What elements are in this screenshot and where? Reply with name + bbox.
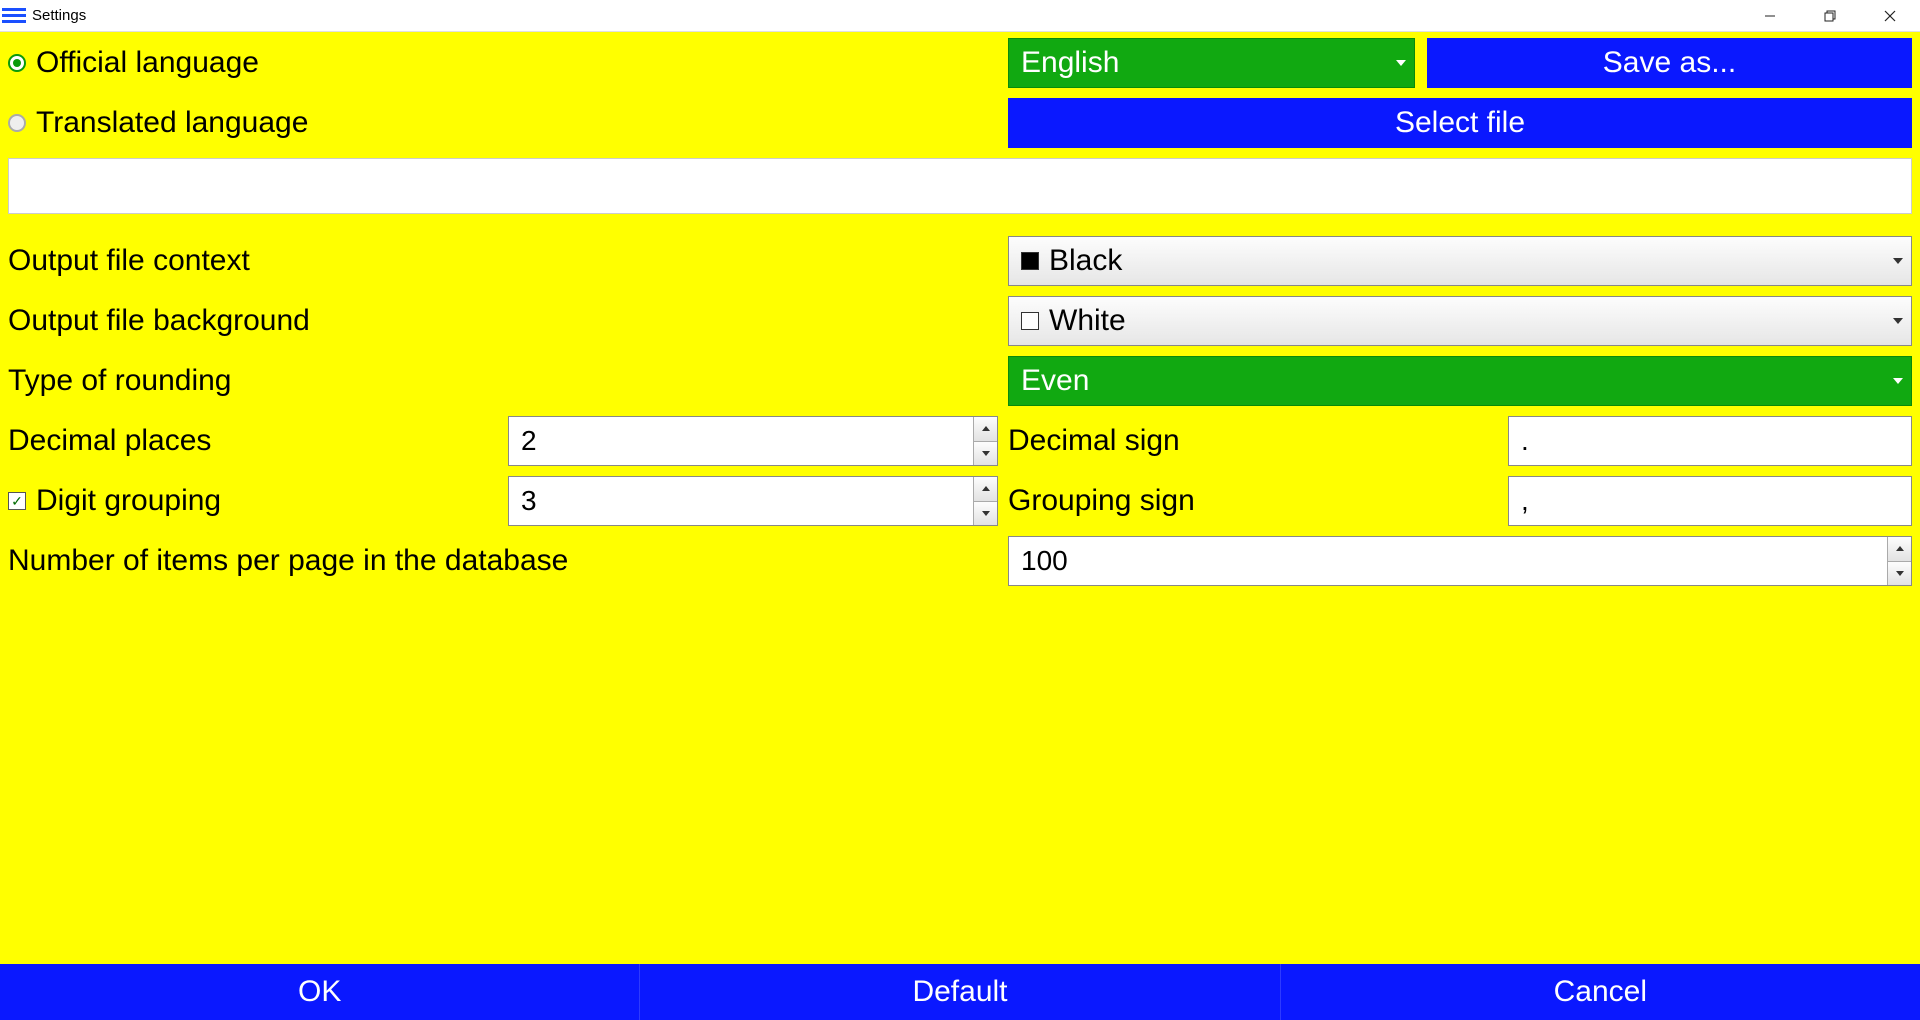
radio-unselected-icon	[8, 114, 26, 132]
items-per-page-label: Number of items per page in the database	[8, 544, 568, 578]
spinner-up-icon[interactable]	[1887, 537, 1911, 561]
rounding-type-label: Type of rounding	[8, 364, 232, 398]
decimal-places-input[interactable]	[509, 417, 973, 465]
translated-language-label: Translated language	[36, 106, 308, 140]
decimal-sign-input[interactable]: .	[1508, 416, 1912, 466]
grouping-sign-label: Grouping sign	[1008, 484, 1195, 518]
chevron-down-icon	[1396, 60, 1406, 66]
rounding-type-select[interactable]: Even	[1008, 356, 1912, 406]
color-swatch-black-icon	[1021, 252, 1039, 270]
official-language-value: English	[1021, 46, 1119, 80]
rounding-type-value: Even	[1021, 364, 1089, 398]
chevron-down-icon	[1893, 318, 1903, 324]
chevron-down-icon	[1893, 378, 1903, 384]
close-button[interactable]	[1860, 0, 1920, 32]
digit-grouping-stepper[interactable]	[508, 476, 998, 526]
output-context-value: Black	[1049, 244, 1122, 278]
minimize-button[interactable]	[1740, 0, 1800, 32]
save-as-label: Save as...	[1603, 46, 1736, 80]
select-file-label: Select file	[1395, 106, 1525, 140]
spinner-down-icon[interactable]	[973, 501, 997, 526]
settings-panel: Official language English Save as... Tra…	[0, 32, 1920, 964]
spinner-up-icon[interactable]	[973, 417, 997, 441]
spinner-up-icon[interactable]	[973, 477, 997, 501]
spinner-down-icon[interactable]	[1887, 561, 1911, 586]
digit-grouping-label: Digit grouping	[36, 484, 221, 518]
items-per-page-input[interactable]	[1009, 537, 1887, 585]
decimal-sign-label: Decimal sign	[1008, 424, 1180, 458]
output-background-select[interactable]: White	[1008, 296, 1912, 346]
default-button[interactable]: Default	[640, 964, 1280, 1020]
menu-icon	[2, 4, 26, 28]
decimal-places-stepper[interactable]	[508, 416, 998, 466]
grouping-sign-input[interactable]: ,	[1508, 476, 1912, 526]
footer-bar: OK Default Cancel	[0, 964, 1920, 1020]
digit-grouping-checkbox[interactable]: ✓ Digit grouping	[8, 484, 221, 518]
official-language-radio[interactable]: Official language	[8, 46, 259, 80]
official-language-label: Official language	[36, 46, 259, 80]
official-language-select[interactable]: English	[1008, 38, 1415, 88]
save-as-button[interactable]: Save as...	[1427, 38, 1912, 88]
spinner-down-icon[interactable]	[973, 441, 997, 466]
window-title: Settings	[32, 7, 86, 24]
translated-language-radio[interactable]: Translated language	[8, 106, 308, 140]
output-background-label: Output file background	[8, 304, 310, 338]
cancel-button[interactable]: Cancel	[1281, 964, 1920, 1020]
chevron-down-icon	[1893, 258, 1903, 264]
titlebar: Settings	[0, 0, 1920, 32]
translated-file-path-input[interactable]	[8, 158, 1912, 214]
digit-grouping-input[interactable]	[509, 477, 973, 525]
items-per-page-stepper[interactable]	[1008, 536, 1912, 586]
output-context-label: Output file context	[8, 244, 250, 278]
ok-button[interactable]: OK	[0, 964, 640, 1020]
output-background-value: White	[1049, 304, 1126, 338]
maximize-button[interactable]	[1800, 0, 1860, 32]
radio-selected-icon	[8, 54, 26, 72]
decimal-places-label: Decimal places	[8, 424, 211, 458]
output-context-select[interactable]: Black	[1008, 236, 1912, 286]
select-file-button[interactable]: Select file	[1008, 98, 1912, 148]
checkmark-icon: ✓	[8, 492, 26, 510]
color-swatch-white-icon	[1021, 312, 1039, 330]
